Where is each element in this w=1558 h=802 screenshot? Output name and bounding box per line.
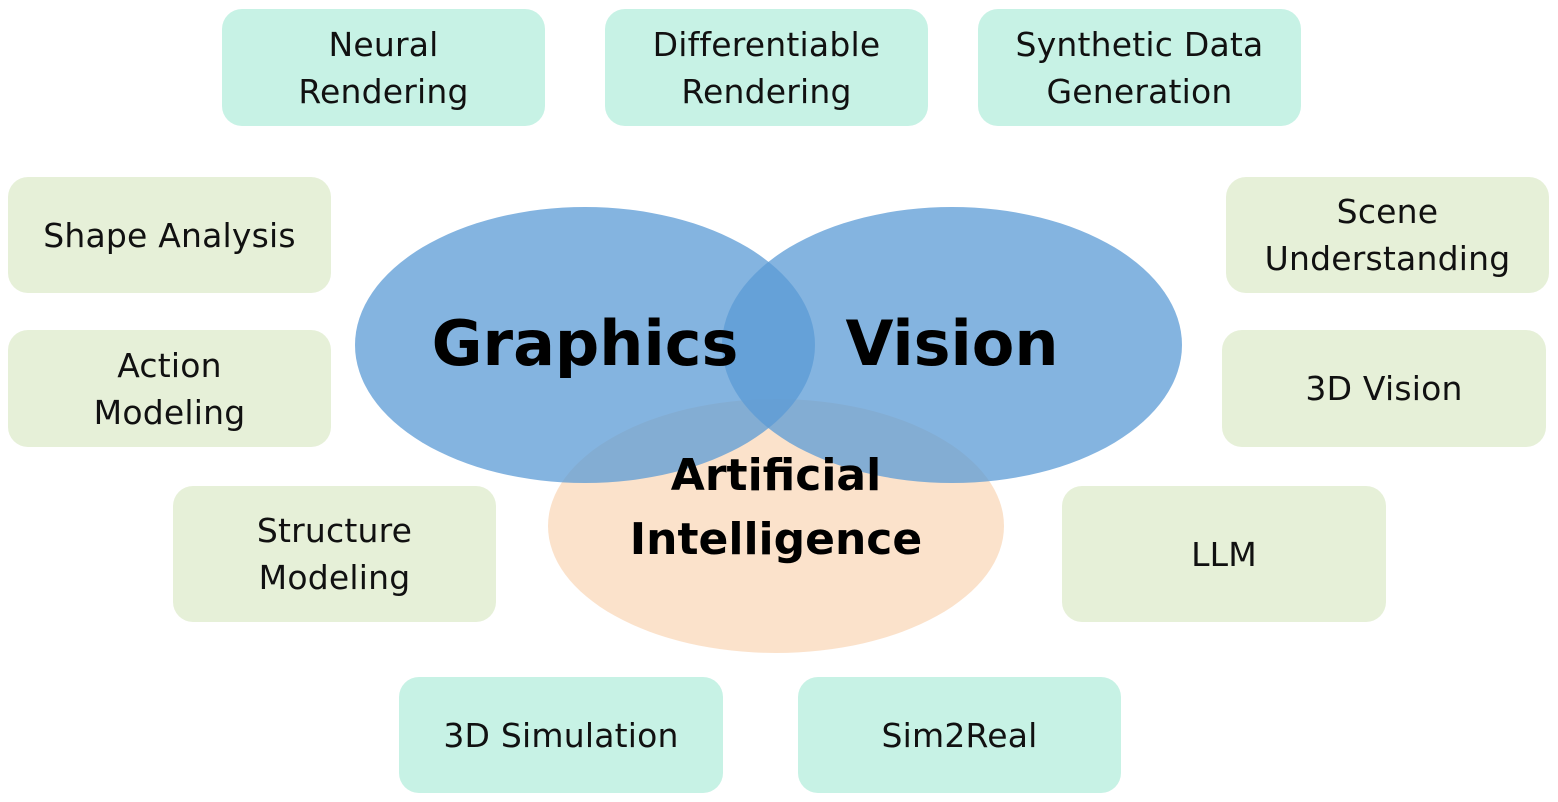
topic-box-synthetic-data-generation: Synthetic Data Generation: [978, 9, 1301, 126]
venn-diagram-canvas: Neural Rendering Differentiable Renderin…: [0, 0, 1558, 802]
venn-label-ai-line: Artificial: [671, 450, 881, 501]
topic-box-neural-rendering: Neural Rendering: [222, 9, 545, 126]
topic-box-scene-understanding: Scene Understanding: [1226, 177, 1549, 293]
venn-circle-graphics: [355, 207, 815, 483]
topic-box-structure-modeling: Structure Modeling: [173, 486, 496, 622]
venn-circle-artificial-intelligence: [548, 399, 1004, 653]
venn-label-artificial-intelligence: Artificial Intelligence: [630, 450, 922, 565]
topic-box-3d-vision: 3D Vision: [1222, 330, 1546, 447]
topic-box-sim2real: Sim2Real: [798, 677, 1121, 793]
topic-box-shape-analysis: Shape Analysis: [8, 177, 331, 293]
venn-label-ai-line: Intelligence: [630, 514, 922, 565]
topic-box-llm: LLM: [1062, 486, 1386, 622]
topic-box-3d-simulation: 3D Simulation: [399, 677, 723, 793]
venn-label-vision: Vision: [845, 307, 1058, 380]
topic-box-action-modeling: Action Modeling: [8, 330, 331, 447]
venn-label-graphics: Graphics: [432, 307, 739, 380]
venn-circle-vision: [722, 207, 1182, 483]
topic-box-differentiable-rendering: Differentiable Rendering: [605, 9, 928, 126]
